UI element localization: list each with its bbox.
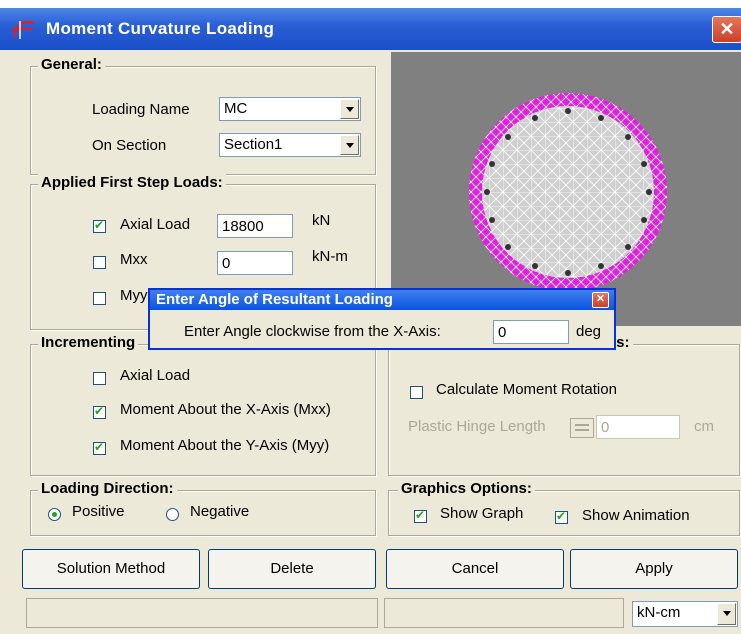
- options-group: [388, 344, 740, 476]
- moment-rotation-label: Calculate Moment Rotation: [436, 381, 617, 398]
- delete-button[interactable]: Delete: [208, 549, 376, 589]
- hinge-length-input[interactable]: 0: [596, 415, 680, 439]
- loading-name-value: MC: [224, 100, 248, 117]
- core-mesh: [482, 106, 654, 278]
- axial-load-unit: kN: [312, 212, 331, 229]
- solution-method-button[interactable]: Solution Method: [22, 549, 200, 589]
- positive-label: Positive: [72, 503, 125, 520]
- circular-section-drawing: [469, 93, 667, 291]
- inc-myy-label: Moment About the Y-Axis (Myy): [120, 437, 330, 454]
- inc-axial-checkbox[interactable]: [93, 372, 106, 385]
- status-panel-middle: [384, 598, 624, 628]
- section-value: Section1: [224, 136, 283, 153]
- angle-dialog-title: Enter Angle of Resultant Loading: [156, 291, 393, 308]
- hinge-length-picker-button[interactable]: [570, 418, 594, 438]
- loading-name-label: Loading Name: [92, 101, 190, 118]
- negative-label: Negative: [190, 503, 250, 520]
- first-step-loads-title: Applied First Step Loads:: [38, 174, 226, 191]
- axial-load-label: Axial Load: [120, 216, 191, 233]
- loading-direction-title: Loading Direction:: [38, 480, 177, 497]
- general-group-title: General:: [38, 56, 105, 73]
- units-select[interactable]: kN-cm: [632, 601, 738, 627]
- window-title: Moment Curvature Loading: [46, 19, 275, 38]
- axial-load-input[interactable]: 18800: [217, 214, 293, 238]
- moment-rotation-checkbox[interactable]: [410, 386, 423, 399]
- angle-input[interactable]: 0: [493, 320, 569, 344]
- inc-mxx-label: Moment About the X-Axis (Mxx): [120, 401, 331, 418]
- mxx-label: Mxx: [120, 251, 148, 268]
- inc-axial-label: Axial Load: [120, 367, 191, 384]
- negative-radio[interactable]: [166, 508, 179, 521]
- loading-name-select[interactable]: MC: [219, 97, 361, 121]
- mxx-value: 0: [222, 255, 231, 272]
- angle-value: 0: [498, 324, 507, 341]
- mxx-checkbox[interactable]: [93, 256, 106, 269]
- myy-label: Myy: [120, 287, 148, 304]
- incrementing-title: Incrementing: [38, 334, 139, 351]
- show-graph-checkbox[interactable]: [414, 508, 427, 523]
- cancel-button[interactable]: Cancel: [386, 549, 564, 589]
- chevron-down-icon[interactable]: [717, 603, 736, 625]
- chevron-down-icon[interactable]: [340, 135, 359, 155]
- apply-button[interactable]: Apply: [570, 549, 738, 589]
- section-select[interactable]: Section1: [219, 133, 361, 157]
- close-icon[interactable]: ✕: [592, 292, 609, 308]
- angle-dialog: Enter Angle of Resultant Loading ✕ Enter…: [148, 288, 616, 350]
- curvature-app-icon: [12, 20, 35, 39]
- section-preview: [391, 52, 741, 326]
- graphics-options-title: Graphics Options:: [398, 480, 535, 497]
- angle-unit: deg: [576, 323, 602, 340]
- axial-load-value: 18800: [222, 218, 264, 235]
- chevron-down-icon[interactable]: [340, 99, 359, 119]
- hinge-length-value: 0: [601, 419, 610, 436]
- positive-radio[interactable]: [48, 508, 61, 521]
- show-graph-label: Show Graph: [440, 505, 524, 522]
- show-animation-label: Show Animation: [582, 507, 690, 524]
- mxx-unit: kN-m: [312, 248, 348, 265]
- hinge-length-label: Plastic Hinge Length: [408, 418, 546, 435]
- myy-checkbox[interactable]: [93, 292, 106, 305]
- inc-mxx-checkbox[interactable]: [93, 404, 106, 419]
- show-animation-checkbox[interactable]: [555, 509, 568, 524]
- hinge-length-unit: cm: [694, 418, 714, 435]
- on-section-label: On Section: [92, 137, 167, 154]
- title-bar[interactable]: Moment Curvature Loading ✕: [0, 8, 741, 50]
- inc-myy-checkbox[interactable]: [93, 440, 106, 455]
- units-value: kN-cm: [637, 604, 681, 621]
- axial-load-checkbox[interactable]: [93, 218, 106, 233]
- close-icon[interactable]: ✕: [712, 16, 741, 43]
- angle-dialog-title-bar[interactable]: Enter Angle of Resultant Loading ✕: [150, 290, 614, 310]
- status-panel-left: [26, 598, 378, 628]
- angle-prompt-label: Enter Angle clockwise from the X-Axis:: [184, 323, 441, 340]
- mxx-input[interactable]: 0: [217, 251, 293, 275]
